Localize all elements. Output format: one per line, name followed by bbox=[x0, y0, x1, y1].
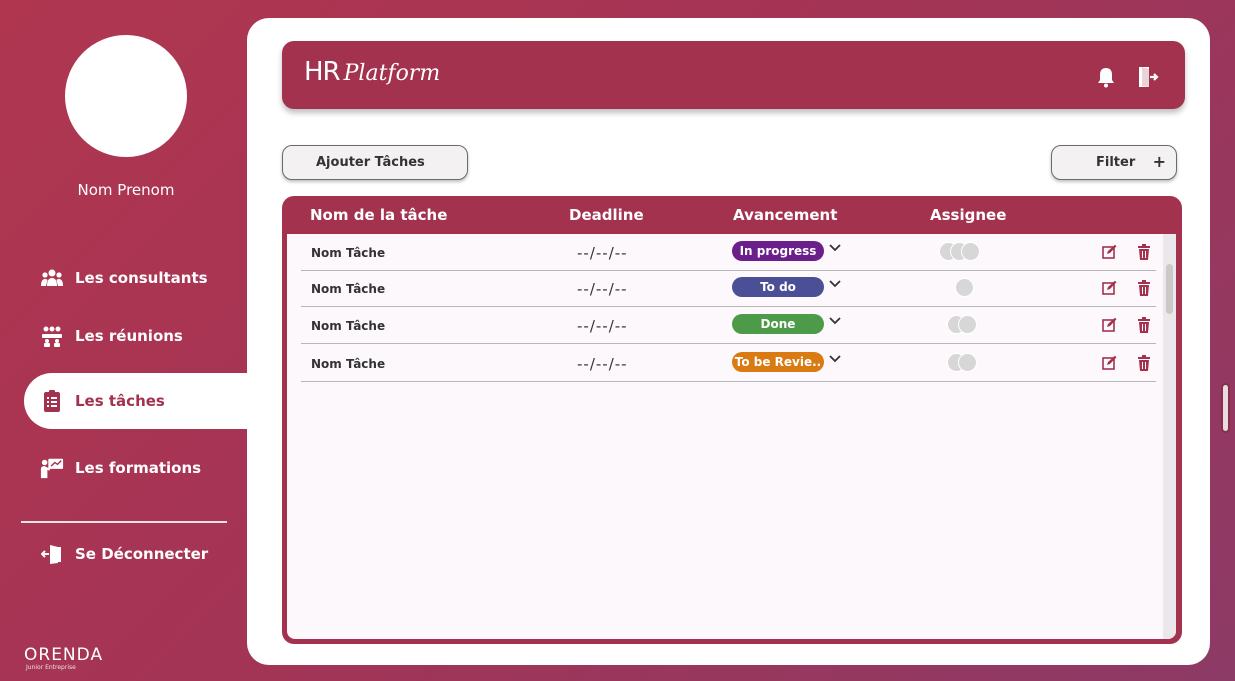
plus-icon: + bbox=[1152, 152, 1166, 171]
task-deadline: --/--/-- bbox=[577, 280, 628, 298]
orenda-logo: ORENDA bbox=[24, 645, 104, 665]
chevron-down-icon[interactable] bbox=[828, 314, 842, 328]
trash-icon[interactable] bbox=[1135, 243, 1152, 260]
sidebar-item-reunions[interactable]: Les réunions bbox=[24, 308, 247, 364]
assignee-avatar bbox=[961, 242, 980, 261]
exit-icon[interactable] bbox=[1136, 65, 1160, 89]
sidebar-item-label: Les formations bbox=[75, 459, 202, 477]
assignee-avatar bbox=[958, 353, 977, 372]
sidebar-item-label: Les réunions bbox=[75, 327, 183, 345]
brand-logo: HR Platform bbox=[304, 57, 440, 87]
meeting-icon bbox=[40, 324, 64, 348]
column-header-assignee: Assignee bbox=[930, 206, 1007, 224]
table-row[interactable]: Nom Tâche --/--/-- In progress bbox=[301, 234, 1156, 271]
trash-icon[interactable] bbox=[1135, 279, 1152, 296]
trash-icon[interactable] bbox=[1135, 316, 1152, 333]
column-header-progress: Avancement bbox=[733, 206, 838, 224]
status-badge[interactable]: To be Revie.. bbox=[732, 352, 824, 372]
sidebar-divider bbox=[21, 521, 227, 523]
task-name: Nom Tâche bbox=[311, 246, 386, 260]
main-panel: HR Platform Ajouter Tâches Filter + Nom … bbox=[247, 18, 1210, 665]
status-badge[interactable]: In progress bbox=[732, 241, 824, 261]
users-group-icon bbox=[40, 266, 64, 290]
logout-icon bbox=[40, 542, 64, 566]
table-row[interactable]: Nom Tâche --/--/-- Done bbox=[301, 307, 1156, 344]
task-name: Nom Tâche bbox=[311, 319, 386, 333]
table-body: Nom Tâche --/--/-- In progress Nom Tâche --/… bbox=[287, 234, 1176, 639]
logout-button[interactable]: Se Déconnecter bbox=[24, 526, 247, 582]
chevron-down-icon[interactable] bbox=[828, 352, 842, 366]
assignee-avatars[interactable] bbox=[947, 353, 977, 372]
sidebar-item-taches[interactable]: Les tâches bbox=[24, 373, 247, 429]
sidebar: Nom Prenom Les consultants Les réunions … bbox=[0, 0, 247, 681]
bell-icon[interactable] bbox=[1094, 65, 1118, 89]
trash-icon[interactable] bbox=[1135, 354, 1152, 371]
chevron-down-icon[interactable] bbox=[828, 241, 842, 255]
sidebar-item-consultants[interactable]: Les consultants bbox=[24, 250, 247, 306]
chevron-down-icon[interactable] bbox=[828, 277, 842, 291]
status-badge[interactable]: To do bbox=[732, 277, 824, 297]
assignee-avatars[interactable] bbox=[947, 315, 977, 334]
edit-icon[interactable] bbox=[1101, 279, 1118, 296]
sidebar-item-label: Les tâches bbox=[75, 392, 165, 410]
filter-label: Filter bbox=[1096, 155, 1136, 170]
table-row[interactable]: Nom Tâche --/--/-- To do bbox=[301, 270, 1156, 307]
task-deadline: --/--/-- bbox=[577, 355, 628, 373]
logout-label: Se Déconnecter bbox=[75, 545, 209, 563]
brand-hr: HR bbox=[304, 57, 341, 87]
edit-icon[interactable] bbox=[1101, 243, 1118, 260]
assignee-avatar bbox=[955, 278, 974, 297]
user-name: Nom Prenom bbox=[77, 181, 175, 199]
column-header-deadline: Deadline bbox=[569, 206, 644, 224]
task-name: Nom Tâche bbox=[311, 282, 386, 296]
scrollbar-thumb[interactable] bbox=[1166, 264, 1173, 314]
sidebar-item-formations[interactable]: Les formations bbox=[24, 440, 247, 496]
assignee-avatars[interactable] bbox=[955, 278, 974, 297]
training-icon bbox=[40, 456, 64, 480]
header-bar: HR Platform bbox=[282, 41, 1185, 109]
tasks-table: Nom de la tâche Deadline Avancement Assi… bbox=[282, 196, 1182, 644]
table-header: Nom de la tâche Deadline Avancement Assi… bbox=[282, 196, 1182, 234]
orenda-logo-subtitle: Junior Entreprise bbox=[26, 664, 76, 671]
clipboard-icon bbox=[40, 389, 64, 413]
page-scrollbar[interactable] bbox=[1221, 383, 1230, 433]
brand-platform: Platform bbox=[343, 61, 441, 86]
assignee-avatars[interactable] bbox=[939, 242, 980, 261]
edit-icon[interactable] bbox=[1101, 354, 1118, 371]
task-deadline: --/--/-- bbox=[577, 317, 628, 335]
avatar[interactable] bbox=[65, 35, 187, 157]
assignee-avatar bbox=[958, 315, 977, 334]
filter-button[interactable]: Filter + bbox=[1051, 145, 1177, 180]
table-row[interactable]: Nom Tâche --/--/-- To be Revie.. bbox=[301, 345, 1156, 382]
status-badge[interactable]: Done bbox=[732, 314, 824, 334]
task-deadline: --/--/-- bbox=[577, 244, 628, 262]
edit-icon[interactable] bbox=[1101, 316, 1118, 333]
sidebar-item-label: Les consultants bbox=[75, 269, 208, 287]
add-task-button[interactable]: Ajouter Tâches bbox=[282, 145, 468, 180]
column-header-name: Nom de la tâche bbox=[310, 206, 448, 224]
task-name: Nom Tâche bbox=[311, 357, 386, 371]
